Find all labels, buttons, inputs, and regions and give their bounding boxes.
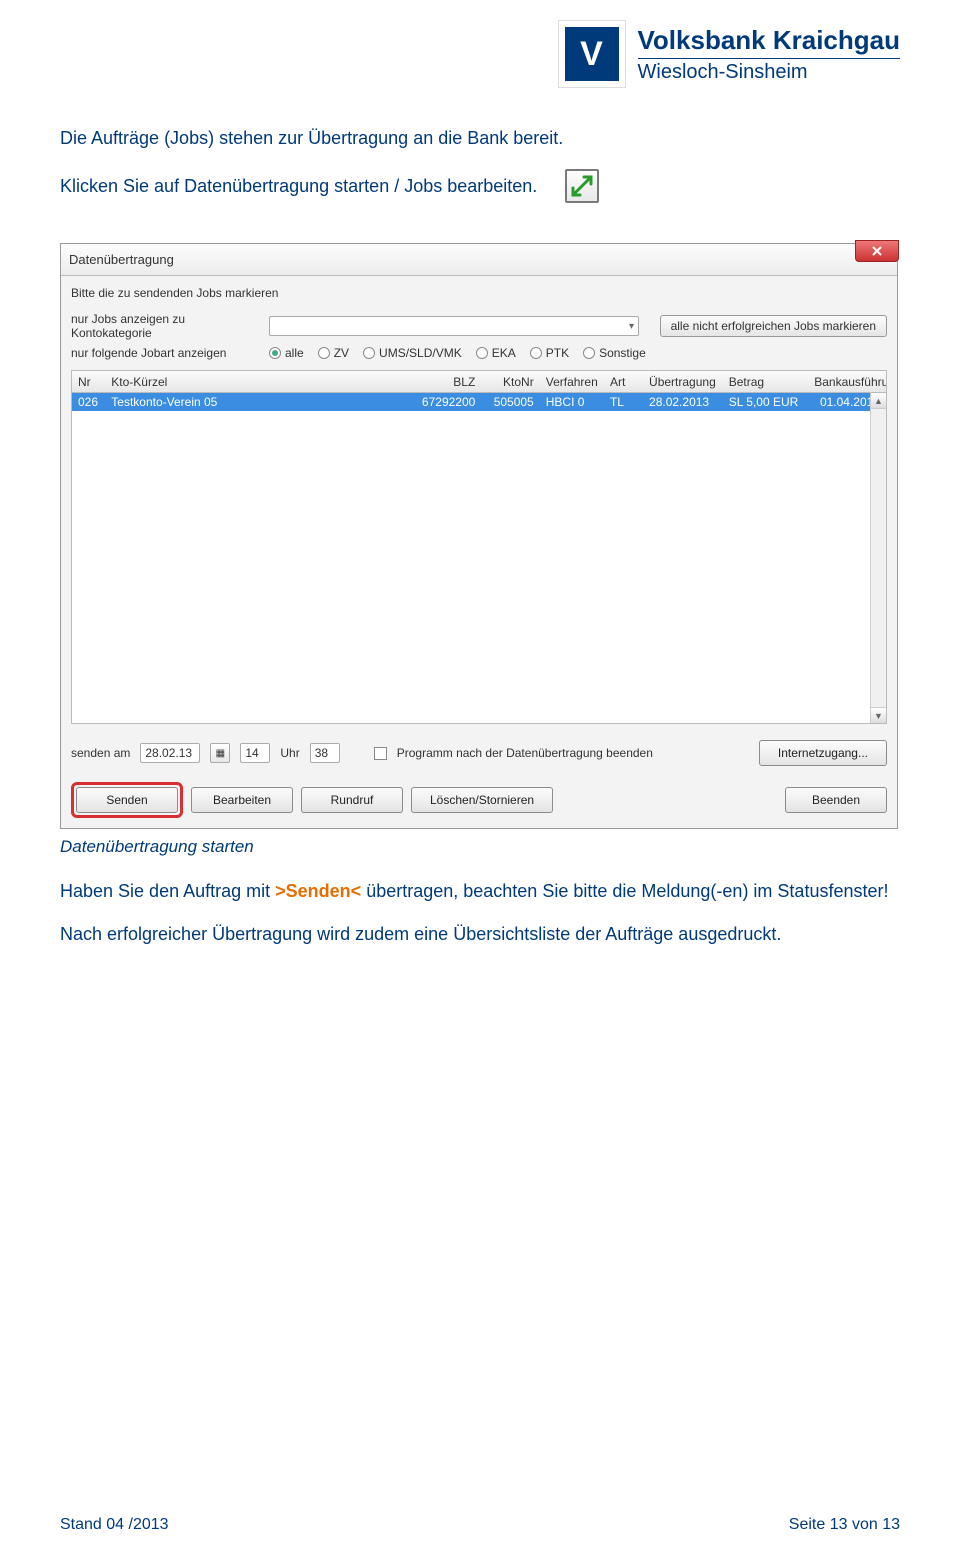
brand-header: V Volksbank Kraichgau Wiesloch-Sinsheim [0, 0, 960, 98]
col-art[interactable]: Art [604, 375, 643, 389]
close-button[interactable] [855, 240, 899, 262]
col-betrag[interactable]: Betrag [723, 375, 809, 389]
paragraph-2: Klicken Sie auf Datenübertragung starten… [60, 174, 537, 199]
rundruf-button[interactable]: Rundruf [301, 787, 403, 813]
brand-logo: V [558, 20, 626, 88]
col-blz[interactable]: BLZ [405, 375, 481, 389]
exit-after-label: Programm nach der Datenübertragung beend… [397, 746, 653, 760]
col-nr[interactable]: Nr [72, 375, 105, 389]
senden-button[interactable]: Senden [76, 787, 178, 813]
senden-am-label: senden am [71, 746, 130, 760]
hour-field[interactable]: 14 [240, 743, 270, 763]
jobart-radio-group: alle ZV UMS/SLD/VMK EKA PTK Sonstige [269, 346, 646, 360]
senden-emphasis: >Senden< [275, 881, 361, 901]
footer-right: Seite 13 von 13 [789, 1516, 900, 1534]
data-transfer-dialog: Datenübertragung Bitte die zu sendenden … [60, 243, 898, 829]
beenden-button[interactable]: Beenden [785, 787, 887, 813]
dialog-titlebar: Datenübertragung [61, 244, 897, 276]
brand-line1: Volksbank Kraichgau [638, 25, 901, 56]
col-kto[interactable]: Kto-Kürzel [105, 375, 405, 389]
dialog-title: Datenübertragung [69, 252, 174, 267]
filter-jobart-label: nur folgende Jobart anzeigen [71, 346, 261, 360]
filter-category-label: nur Jobs anzeigen zu Kontokategorie [71, 312, 261, 340]
mark-failed-button[interactable]: alle nicht erfolgreichen Jobs markieren [660, 315, 887, 337]
loeschen-button[interactable]: Löschen/Stornieren [411, 787, 553, 813]
paragraph-4: Nach erfolgreicher Übertragung wird zude… [60, 922, 900, 947]
radio-ums[interactable]: UMS/SLD/VMK [363, 346, 462, 360]
footer-left: Stand 04 /2013 [60, 1516, 169, 1534]
figure-caption: Datenübertragung starten [60, 837, 960, 857]
date-field[interactable]: 28.02.13 [140, 743, 200, 763]
table-body[interactable]: 026 Testkonto-Verein 05 67292200 505005 … [72, 393, 886, 723]
dialog-button-row: Senden Bearbeiten Rundruf Löschen/Storni… [61, 776, 897, 828]
radio-alle[interactable]: alle [269, 346, 304, 360]
radio-sonstige[interactable]: Sonstige [583, 346, 646, 360]
page-footer: Stand 04 /2013 Seite 13 von 13 [60, 1516, 900, 1534]
table-scrollbar[interactable]: ▲ ▼ [870, 393, 886, 723]
uhr-label: Uhr [280, 746, 299, 760]
col-bankausfuehrung[interactable]: Bankausführung [808, 375, 886, 389]
chevron-down-icon: ▾ [629, 321, 634, 332]
calendar-icon[interactable]: ▦ [210, 743, 230, 763]
schedule-bar: senden am 28.02.13 ▦ 14 Uhr 38 Programm … [61, 732, 897, 776]
senden-highlight: Senden [71, 782, 183, 818]
exit-after-transfer-checkbox[interactable] [374, 747, 387, 760]
table-row[interactable]: 026 Testkonto-Verein 05 67292200 505005 … [72, 393, 886, 411]
start-transfer-icon [565, 169, 599, 203]
jobs-table: Nr Kto-Kürzel BLZ KtoNr Verfahren Art Üb… [71, 370, 887, 724]
bearbeiten-button[interactable]: Bearbeiten [191, 787, 293, 813]
brand-line2: Wiesloch-Sinsheim [638, 58, 901, 84]
col-uebertragung[interactable]: Übertragung [643, 375, 723, 389]
paragraph-1: Die Aufträge (Jobs) stehen zur Übertragu… [60, 126, 900, 151]
paragraph-3: Haben Sie den Auftrag mit >Senden< übert… [60, 879, 900, 904]
radio-zv[interactable]: ZV [318, 346, 349, 360]
dialog-prompt: Bitte die zu sendenden Jobs markieren [71, 286, 887, 300]
category-combobox[interactable]: ▾ [269, 316, 639, 336]
col-verfahren[interactable]: Verfahren [540, 375, 604, 389]
radio-eka[interactable]: EKA [476, 346, 516, 360]
minute-field[interactable]: 38 [310, 743, 340, 763]
scroll-up-icon[interactable]: ▲ [871, 393, 886, 409]
col-ktonr[interactable]: KtoNr [481, 375, 539, 389]
scroll-down-icon[interactable]: ▼ [871, 707, 886, 723]
table-header[interactable]: Nr Kto-Kürzel BLZ KtoNr Verfahren Art Üb… [72, 371, 886, 393]
internet-access-button[interactable]: Internetzugang... [759, 740, 887, 766]
radio-ptk[interactable]: PTK [530, 346, 569, 360]
